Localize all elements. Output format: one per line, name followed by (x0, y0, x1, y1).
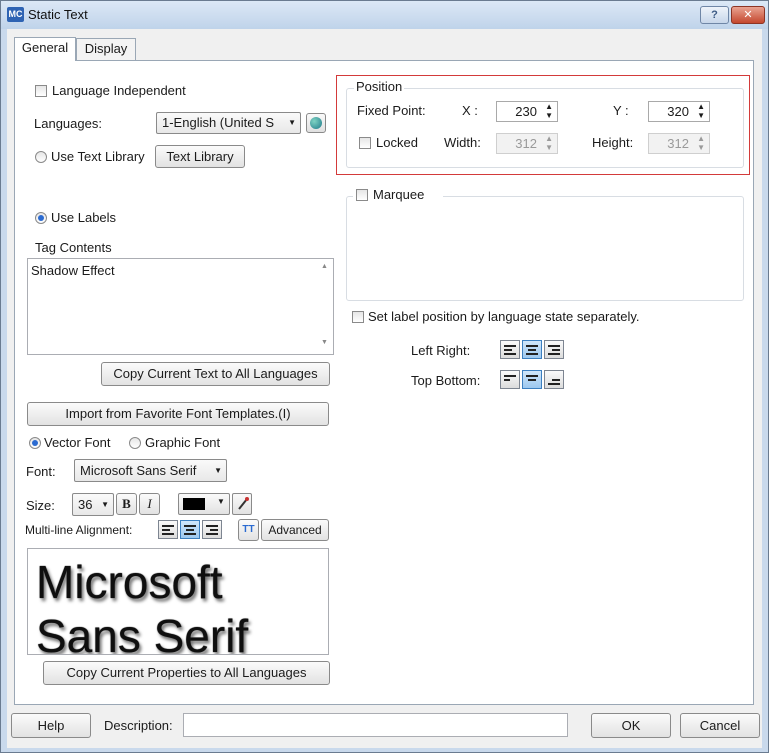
tag-contents-scrollbar[interactable]: ▲ ▼ (316, 259, 333, 354)
label-align-left-button[interactable] (500, 340, 520, 359)
y-spinbox[interactable]: 320 ▲ ▼ (648, 101, 710, 122)
spin-arrows-icon[interactable]: ▲ ▼ (545, 134, 553, 152)
height-label: Height: (592, 135, 634, 150)
use-text-library-radio[interactable] (35, 151, 47, 163)
marquee-label: Marquee (373, 187, 425, 202)
eyedropper-icon (237, 497, 249, 511)
scroll-up-icon[interactable]: ▲ (321, 263, 328, 270)
fixed-point-label: Fixed Point: (357, 103, 426, 118)
app-icon: MC (7, 7, 24, 22)
import-font-templates-button[interactable]: Import from Favorite Font Templates.(I) (27, 402, 329, 426)
cancel-button[interactable]: Cancel (680, 713, 760, 738)
y-value: 320 (667, 104, 689, 119)
font-color-picker[interactable]: ▼ (178, 493, 230, 515)
copy-properties-to-all-languages-button[interactable]: Copy Current Properties to All Languages (43, 661, 330, 685)
width-value: 312 (515, 136, 537, 151)
help-title-button[interactable]: ? (700, 6, 729, 24)
locked-checkbox[interactable] (359, 137, 371, 149)
align-left-button[interactable] (158, 520, 178, 539)
graphic-font-label: Graphic Font (145, 435, 221, 450)
label-position-checkbox[interactable] (352, 311, 364, 323)
font-color-swatch (183, 498, 205, 510)
graphic-font-radio[interactable] (129, 437, 141, 449)
ok-button[interactable]: OK (591, 713, 671, 738)
vector-font-radio[interactable] (29, 437, 41, 449)
align-center-button[interactable] (180, 520, 200, 539)
x-label: X : (462, 103, 478, 118)
globe-icon (310, 117, 322, 129)
tab-display[interactable]: Display (76, 38, 136, 60)
left-right-label: Left Right: (411, 343, 471, 358)
languages-label: Languages: (34, 116, 102, 131)
general-panel: Language Independent Languages: 1-Englis… (14, 60, 754, 705)
label-align-middle-button[interactable] (522, 370, 542, 389)
x-value: 230 (515, 104, 537, 119)
marquee-group (346, 196, 744, 301)
spin-arrows-icon[interactable]: ▲ ▼ (697, 102, 705, 120)
text-tool-icon[interactable]: TT (238, 519, 259, 541)
font-preview: Microsoft Sans Serif (27, 548, 329, 655)
width-spinbox[interactable]: 312 ▲ ▼ (496, 133, 558, 154)
text-library-button[interactable]: Text Library (155, 145, 245, 168)
window-title: Static Text (28, 7, 88, 22)
help-button[interactable]: Help (11, 713, 91, 738)
static-text-dialog: MC Static Text ? ✕ General Display Langu… (0, 0, 769, 753)
description-input[interactable] (183, 713, 568, 737)
size-selected-value: 36 (78, 497, 93, 512)
align-right-button[interactable] (202, 520, 222, 539)
globe-button[interactable] (306, 113, 326, 133)
chevron-down-icon: ▼ (214, 466, 222, 475)
spin-arrows-icon[interactable]: ▲ ▼ (545, 102, 553, 120)
font-label: Font: (26, 464, 56, 479)
use-labels-radio[interactable] (35, 212, 47, 224)
language-independent-checkbox[interactable] (35, 85, 47, 97)
position-group (346, 88, 744, 168)
top-bottom-label: Top Bottom: (411, 373, 481, 388)
languages-selected-value: 1-English (United S (162, 115, 274, 130)
description-label: Description: (104, 718, 173, 733)
italic-button[interactable]: I (139, 493, 160, 515)
size-label: Size: (26, 498, 55, 513)
label-position-label: Set label position by language state sep… (368, 309, 640, 324)
y-label: Y : (613, 103, 629, 118)
scroll-down-icon[interactable]: ▼ (321, 339, 328, 346)
font-selected-value: Microsoft Sans Serif (80, 463, 197, 478)
title-bar[interactable]: MC Static Text ? ✕ (1, 1, 768, 29)
tag-contents-text: Shadow Effect (31, 263, 115, 278)
position-group-title: Position (354, 79, 405, 94)
use-text-library-label: Use Text Library (51, 149, 145, 164)
label-align-right-button[interactable] (544, 340, 564, 359)
height-value: 312 (667, 136, 689, 151)
tag-contents-textarea[interactable]: Shadow Effect ▲ ▼ (27, 258, 334, 355)
language-independent-label: Language Independent (52, 83, 186, 98)
use-labels-label: Use Labels (51, 210, 117, 225)
dialog-client: General Display Language Independent Lan… (7, 29, 762, 748)
label-align-center-button[interactable] (522, 340, 542, 359)
chevron-down-icon: ▼ (101, 500, 109, 509)
vector-font-label: Vector Font (44, 435, 111, 450)
width-label: Width: (444, 135, 481, 150)
chevron-down-icon: ▼ (288, 118, 296, 127)
advanced-button[interactable]: Advanced (261, 519, 329, 541)
locked-label: Locked (376, 135, 418, 150)
height-spinbox[interactable]: 312 ▲ ▼ (648, 133, 710, 154)
bold-button[interactable]: B (116, 493, 137, 515)
label-align-top-button[interactable] (500, 370, 520, 389)
copy-text-to-all-languages-button[interactable]: Copy Current Text to All Languages (101, 362, 330, 386)
tag-contents-label: Tag Contents (35, 240, 112, 255)
multiline-alignment-label: Multi-line Alignment: (25, 523, 133, 537)
chevron-down-icon: ▼ (217, 497, 225, 506)
font-select[interactable]: Microsoft Sans Serif ▼ (74, 459, 227, 482)
eyedropper-button[interactable] (232, 493, 252, 515)
label-align-bottom-button[interactable] (544, 370, 564, 389)
size-select[interactable]: 36 ▼ (72, 493, 114, 516)
spin-arrows-icon[interactable]: ▲ ▼ (697, 134, 705, 152)
marquee-checkbox[interactable] (356, 189, 368, 201)
tab-general[interactable]: General (14, 37, 76, 61)
close-button[interactable]: ✕ (731, 6, 765, 24)
x-spinbox[interactable]: 230 ▲ ▼ (496, 101, 558, 122)
languages-select[interactable]: 1-English (United S ▼ (156, 112, 301, 134)
